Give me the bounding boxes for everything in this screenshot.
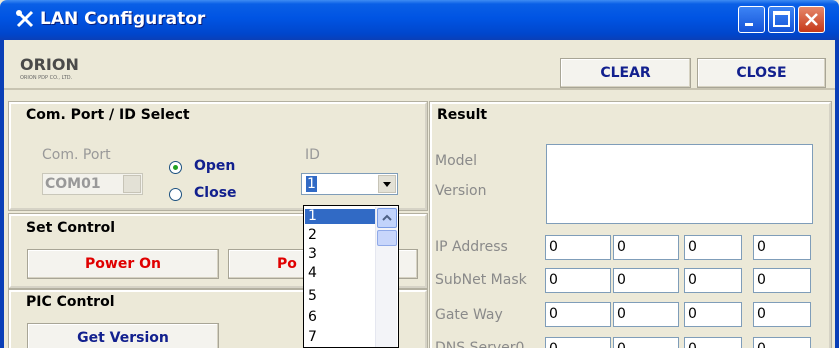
chevron-up-icon bbox=[382, 214, 392, 221]
id-option[interactable]: 5 bbox=[308, 289, 317, 304]
dns-octet-2[interactable]: 0 bbox=[613, 337, 679, 348]
id-option[interactable]: 3 bbox=[308, 247, 317, 262]
gateway-octet-4[interactable]: 0 bbox=[753, 302, 811, 327]
ip-address-label: IP Address bbox=[435, 239, 508, 255]
ip-octet-2[interactable]: 0 bbox=[613, 235, 679, 260]
subnet-octet-3[interactable]: 0 bbox=[684, 268, 742, 293]
dns-octet-1[interactable]: 0 bbox=[545, 337, 611, 348]
subnet-octet-4[interactable]: 0 bbox=[753, 268, 811, 293]
clear-button[interactable]: CLEAR bbox=[560, 58, 691, 88]
power-on-button[interactable]: Power On bbox=[27, 249, 219, 279]
open-radio-label: Open bbox=[194, 158, 236, 174]
maximize-icon bbox=[773, 11, 790, 27]
id-option[interactable]: 2 bbox=[308, 228, 317, 243]
svg-text:ORION PDP CO., LTD.: ORION PDP CO., LTD. bbox=[20, 75, 73, 81]
id-label: ID bbox=[305, 147, 320, 163]
close-radio[interactable] bbox=[169, 188, 182, 201]
model-version-output bbox=[546, 144, 813, 224]
close-radio-label: Close bbox=[194, 185, 237, 201]
subnet-octet-2[interactable]: 0 bbox=[613, 268, 679, 293]
ip-octet-3[interactable]: 0 bbox=[684, 235, 742, 260]
id-option[interactable]: 1 bbox=[305, 209, 375, 224]
subnet-octet-1[interactable]: 0 bbox=[545, 268, 611, 293]
id-list-scrollbar[interactable] bbox=[375, 207, 397, 347]
id-option[interactable]: 4 bbox=[308, 266, 317, 281]
dns-octet-3[interactable]: 0 bbox=[684, 337, 742, 348]
id-select[interactable]: 1 bbox=[301, 173, 398, 195]
set-control-title: Set Control bbox=[26, 220, 116, 236]
close-icon bbox=[805, 13, 818, 26]
model-label: Model bbox=[435, 153, 478, 169]
gateway-octet-2[interactable]: 0 bbox=[613, 302, 679, 327]
dns-server-label: DNS Server0 bbox=[435, 340, 525, 348]
com-port-label: Com. Port bbox=[42, 147, 111, 163]
close-button[interactable]: CLOSE bbox=[697, 58, 826, 88]
ip-octet-4[interactable]: 0 bbox=[753, 235, 811, 260]
maximize-button[interactable] bbox=[768, 6, 795, 33]
result-title: Result bbox=[437, 107, 488, 123]
minimize-icon bbox=[745, 23, 753, 26]
title-bar: LAN Configurator bbox=[0, 0, 839, 40]
id-option[interactable]: 6 bbox=[308, 310, 317, 325]
open-radio[interactable] bbox=[169, 161, 182, 174]
version-label: Version bbox=[435, 183, 487, 199]
gateway-octet-3[interactable]: 0 bbox=[684, 302, 742, 327]
gateway-octet-1[interactable]: 0 bbox=[545, 302, 611, 327]
chevron-down-icon[interactable] bbox=[378, 175, 396, 193]
com-port-select[interactable]: COM01 bbox=[42, 173, 143, 195]
close-window-button[interactable] bbox=[798, 6, 825, 33]
orion-logo: ORION ORION PDP CO., LTD. bbox=[16, 53, 116, 81]
comport-panel-title: Com. Port / ID Select bbox=[26, 107, 190, 123]
gateway-label: Gate Way bbox=[435, 307, 503, 323]
scroll-up-button[interactable] bbox=[377, 208, 397, 228]
pic-control-title: PIC Control bbox=[26, 294, 115, 310]
window-title: LAN Configurator bbox=[40, 9, 206, 29]
minimize-button[interactable] bbox=[738, 6, 765, 33]
ip-octet-1[interactable]: 0 bbox=[545, 235, 611, 260]
subnet-mask-label: SubNet Mask bbox=[435, 272, 527, 288]
get-version-button[interactable]: Get Version bbox=[27, 323, 219, 348]
tools-icon bbox=[16, 10, 34, 28]
scroll-thumb[interactable] bbox=[377, 230, 397, 246]
id-option[interactable]: 7 bbox=[308, 330, 317, 345]
dns-octet-4[interactable]: 0 bbox=[753, 337, 811, 348]
chevron-down-icon bbox=[123, 175, 141, 193]
svg-text:ORION: ORION bbox=[20, 55, 79, 74]
id-dropdown-list[interactable]: 1 2 3 4 5 6 7 bbox=[303, 205, 399, 348]
